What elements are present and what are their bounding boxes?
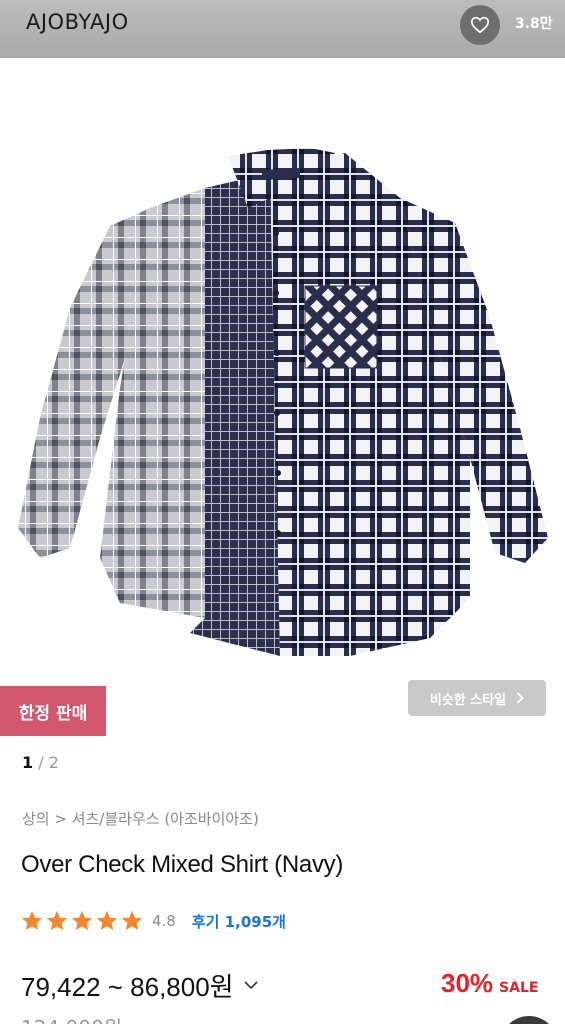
discount-badge: 30% SALE: [441, 968, 538, 999]
star-icon: [47, 911, 67, 930]
product-image[interactable]: [0, 58, 565, 688]
rating-value: 4.8: [152, 912, 176, 930]
star-rating: [20, 910, 144, 932]
similar-style-button[interactable]: 비슷한 스타일: [408, 680, 546, 716]
star-icon: [122, 911, 142, 930]
chevron-right-icon: [517, 692, 524, 704]
review-count-link[interactable]: 후기 1,095개: [192, 911, 286, 932]
image-pager: 1 / 2: [22, 753, 59, 772]
rating-row: 4.8 후기 1,095개: [20, 906, 286, 936]
discount-percent: 30%: [441, 968, 494, 998]
floating-action-button[interactable]: [500, 1016, 558, 1024]
chevron-down-icon[interactable]: [244, 981, 258, 990]
pager-total: 2: [48, 753, 59, 772]
price-range: 79,422 ~ 86,800원: [21, 972, 234, 1002]
original-price: 124,000원: [21, 1012, 122, 1024]
price-row[interactable]: 79,422 ~ 86,800원: [21, 967, 258, 1004]
heart-icon: [470, 16, 490, 34]
star-icon: [72, 911, 92, 930]
top-bar: AJOBYAJO 3.8만: [0, 0, 565, 58]
breadcrumb[interactable]: 상의 > 셔츠/블라우스 (아조바이아조): [22, 808, 259, 829]
similar-style-label: 비슷한 스타일: [429, 692, 507, 708]
product-title: Over Check Mixed Shirt (Navy): [21, 851, 344, 878]
like-button[interactable]: [460, 5, 500, 45]
limited-sale-badge: 한정 판매: [0, 686, 106, 736]
star-icon: [97, 911, 117, 930]
sale-label: SALE: [499, 980, 539, 996]
like-count: 3.8만: [515, 16, 553, 32]
star-icon: [22, 911, 42, 930]
pager-separator: /: [33, 753, 49, 772]
brand-logo[interactable]: AJOBYAJO: [26, 10, 129, 34]
pager-current: 1: [22, 753, 34, 772]
shirt-image: [18, 148, 548, 656]
